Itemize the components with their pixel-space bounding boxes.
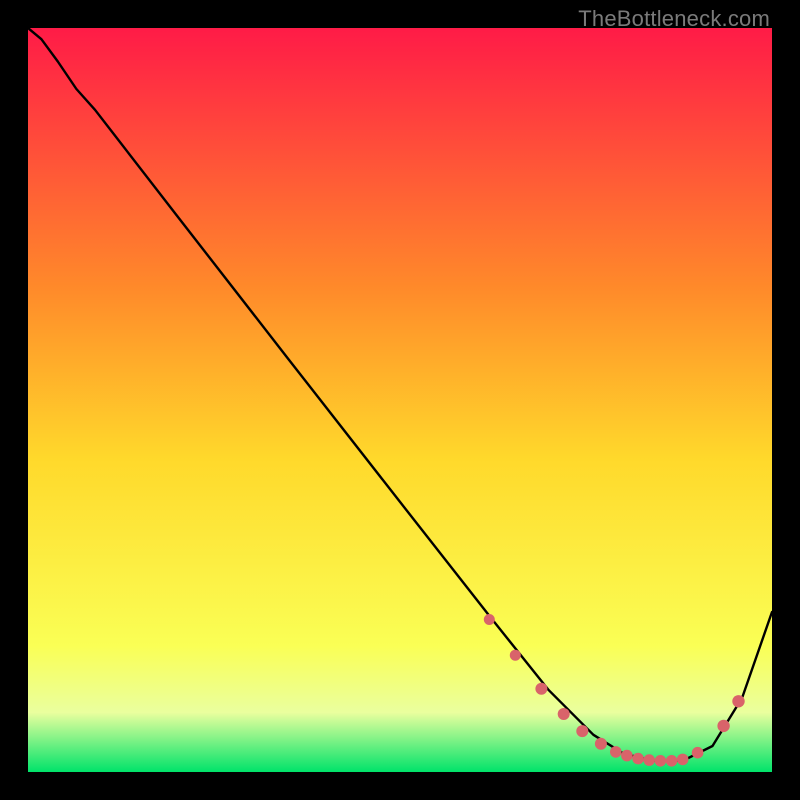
data-marker (576, 725, 588, 737)
data-marker (595, 738, 607, 750)
data-marker (732, 695, 744, 707)
chart-plot (28, 28, 772, 772)
data-marker (717, 720, 729, 732)
data-marker (655, 755, 667, 767)
data-marker (643, 754, 655, 766)
data-marker (510, 650, 521, 661)
data-marker (666, 755, 678, 767)
data-marker (610, 746, 622, 758)
data-marker (558, 708, 570, 720)
chart-frame (28, 28, 772, 772)
watermark-text: TheBottleneck.com (578, 6, 770, 32)
data-marker (535, 683, 547, 695)
data-marker (621, 750, 633, 762)
gradient-background (28, 28, 772, 772)
data-marker (632, 753, 644, 765)
data-marker (692, 747, 704, 759)
data-marker (677, 754, 689, 766)
data-marker (484, 614, 495, 625)
